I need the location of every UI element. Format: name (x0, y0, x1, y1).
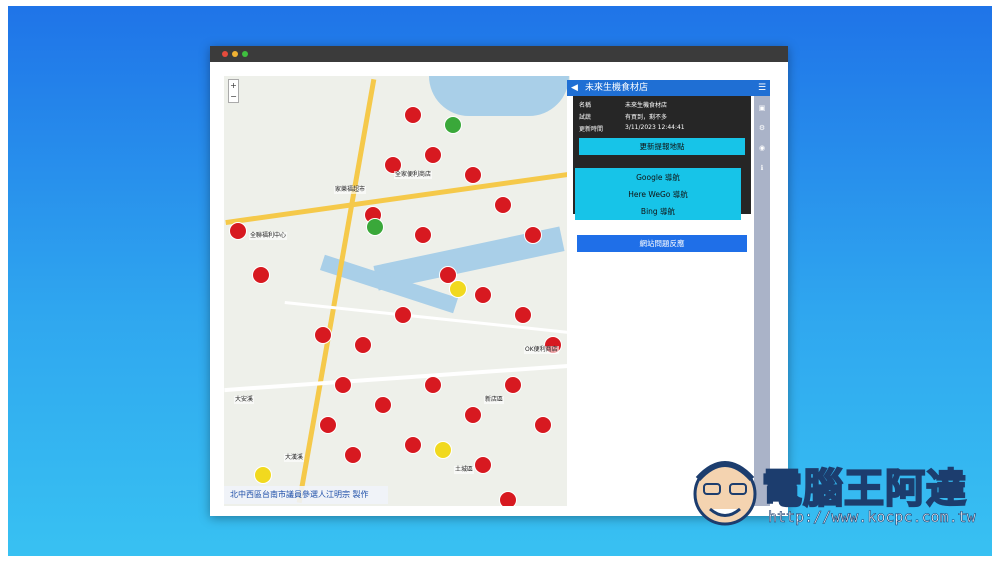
map-credit: 北中西區台南市議員參選人江明宗 製作 (224, 486, 388, 504)
navigation-options: Google 導航 Here WeGo 導航 Bing 導航 (575, 168, 741, 220)
panel-title: 未來生機食材店 (585, 83, 649, 93)
info-value: 有買到，剩不多 (625, 114, 668, 121)
map-marker-yellow[interactable] (449, 280, 467, 298)
map-label: 新店區 (484, 396, 505, 404)
location-icon[interactable]: ◉ (758, 144, 766, 152)
map-marker[interactable] (374, 396, 392, 414)
menu-icon[interactable]: ☰ (758, 80, 766, 96)
map-label: 大漢溪 (284, 454, 305, 462)
map-marker[interactable] (404, 436, 422, 454)
layers-icon[interactable]: ▣ (758, 104, 766, 112)
zoom-out-button[interactable]: − (229, 91, 238, 102)
map-marker[interactable] (494, 196, 512, 214)
info-key: 名稱 (579, 102, 592, 109)
map-marker[interactable] (474, 456, 492, 474)
highway (225, 171, 569, 226)
map-marker[interactable] (334, 376, 352, 394)
map-label: 全家便利商店 (394, 171, 433, 179)
map-marker[interactable] (344, 446, 362, 464)
map-marker[interactable] (414, 226, 432, 244)
update-location-button[interactable]: 更新提報地點 (579, 138, 745, 155)
map-label: 家樂福超市 (334, 186, 367, 194)
map-marker-yellow[interactable] (254, 466, 272, 484)
map-marker[interactable] (464, 406, 482, 424)
info-value: 未來生機食材店 (625, 102, 668, 109)
store-info-panel: ◀ 未來生機食材店 ☰ 名稱 未來生機食材店 試蔬 有買到，剩不多 更新時間 3… (567, 80, 770, 506)
map-label: OK便利商店 (524, 346, 559, 354)
brand-url: http://www.kocpc.com.tw (768, 508, 976, 527)
map-marker[interactable] (404, 106, 422, 124)
bing-nav-button[interactable]: Bing 導航 (575, 206, 741, 217)
map-marker[interactable] (252, 266, 270, 284)
watermark-logo: 電腦王阿達 http://www.kocpc.com.tw (690, 450, 980, 540)
map-marker[interactable] (354, 336, 372, 354)
report-issue-button[interactable]: 網站問題反應 (577, 235, 747, 252)
minimize-window-icon[interactable] (232, 51, 238, 57)
map-marker[interactable] (394, 306, 412, 324)
info-value: 3/11/2023 12:44:41 (625, 124, 685, 131)
panel-header: ◀ 未來生機食材店 ☰ (567, 80, 770, 96)
map-marker[interactable] (424, 146, 442, 164)
mascot-face-icon (693, 461, 757, 526)
map-label: 大安溪 (234, 396, 255, 404)
map-label: 全聯福利中心 (249, 232, 288, 240)
herewego-nav-button[interactable]: Here WeGo 導航 (575, 189, 741, 200)
maximize-window-icon[interactable] (242, 51, 248, 57)
river (429, 76, 569, 116)
map-marker[interactable] (229, 222, 247, 240)
map-marker[interactable] (319, 416, 337, 434)
map-marker[interactable] (464, 166, 482, 184)
back-arrow-icon[interactable]: ◀ (571, 80, 578, 96)
map-marker[interactable] (474, 286, 492, 304)
google-nav-button[interactable]: Google 導航 (575, 172, 741, 183)
map-marker[interactable] (524, 226, 542, 244)
map-marker-green[interactable] (366, 218, 384, 236)
close-window-icon[interactable] (222, 51, 228, 57)
brand-text: 電腦王阿達 (761, 465, 967, 513)
map-marker[interactable] (514, 306, 532, 324)
browser-window: 全聯福利中心 家樂福超市 全家便利商店 大漢溪 土城區 新店區 OK便利商店 大… (210, 46, 788, 516)
map-marker[interactable] (504, 376, 522, 394)
info-key: 試蔬 (579, 114, 592, 121)
highway (296, 78, 377, 504)
info-key: 更新時間 (579, 126, 604, 133)
map-marker-green[interactable] (444, 116, 462, 134)
side-toolbar: ▣ ⚙ ◉ ℹ (754, 96, 770, 506)
settings-icon[interactable]: ⚙ (758, 124, 766, 132)
map-marker-yellow[interactable] (434, 441, 452, 459)
map-marker[interactable] (534, 416, 552, 434)
zoom-control[interactable]: + − (228, 79, 239, 103)
zoom-in-button[interactable]: + (229, 80, 238, 91)
map-marker[interactable] (314, 326, 332, 344)
window-titlebar (210, 46, 788, 62)
map-marker[interactable] (424, 376, 442, 394)
map-canvas[interactable]: 全聯福利中心 家樂福超市 全家便利商店 大漢溪 土城區 新店區 OK便利商店 大… (224, 76, 570, 506)
map-marker[interactable] (499, 491, 517, 506)
info-icon[interactable]: ℹ (758, 164, 766, 172)
map-label: 土城區 (454, 466, 475, 474)
